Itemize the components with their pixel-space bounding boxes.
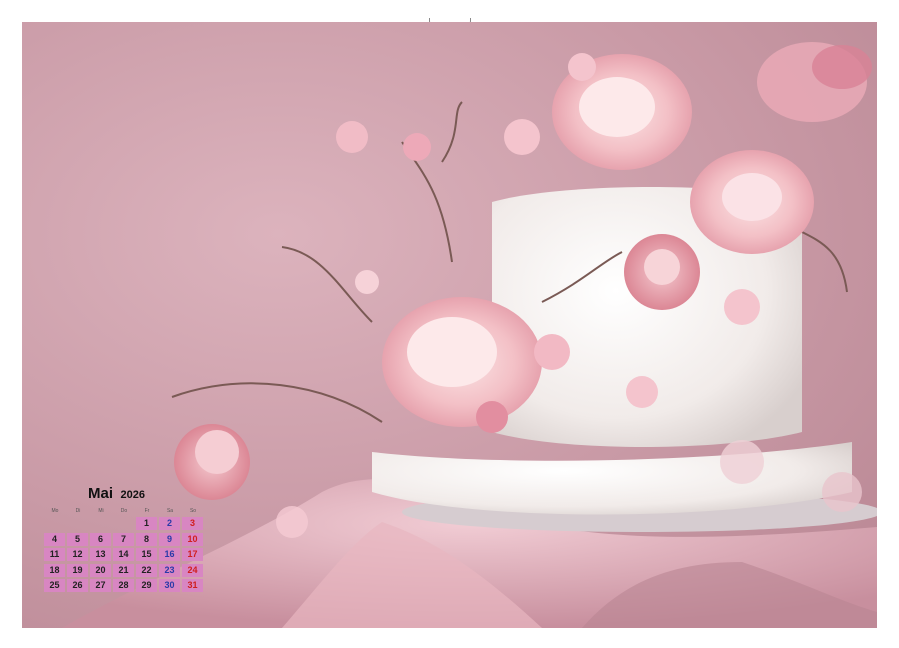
day-cell: 21 [113, 563, 134, 577]
day-cell: 16 [159, 548, 180, 561]
day-cell: 27 [90, 579, 111, 592]
day-cell: 25 [44, 579, 65, 592]
day-cell: 28 [113, 579, 134, 592]
day-cell: 22 [136, 563, 157, 577]
day-cell: 10 [182, 532, 203, 546]
year: 2026 [120, 489, 145, 501]
day-cell: 17 [182, 548, 203, 561]
day-cell: 6 [90, 532, 111, 546]
calendar-title: Mai 2026 [88, 485, 145, 503]
day-cell: 4 [44, 532, 65, 546]
day-cell: 12 [67, 548, 88, 561]
day-cell: 29 [136, 579, 157, 592]
day-cell: 14 [113, 548, 134, 561]
day-cell: 5 [67, 532, 88, 546]
day-cell: 26 [67, 579, 88, 592]
day-cell: 30 [159, 579, 180, 592]
day-cell: 19 [67, 563, 88, 577]
day-cell: 11 [44, 548, 65, 561]
weekday-label: Sa [166, 508, 174, 514]
day-cell: 13 [90, 548, 111, 561]
weekday-label: Fr [144, 508, 150, 514]
day-cell: 7 [113, 532, 134, 546]
month-name: Mai [88, 485, 114, 502]
weekday-label: Di [75, 508, 81, 514]
weekday-label: Do [120, 508, 128, 514]
day-cell: 20 [90, 563, 111, 577]
day-cell: 2 [159, 517, 180, 530]
day-cell: 8 [136, 532, 157, 546]
day-cell: 9 [159, 532, 180, 546]
weekday-label: Mo [51, 508, 59, 514]
day-cell: 18 [44, 563, 65, 577]
day-cell: 15 [136, 548, 157, 561]
weekday-label: Mi [98, 508, 104, 514]
day-cell: 24 [182, 563, 203, 577]
weekday-label: So [189, 508, 197, 514]
day-cell: 1 [136, 517, 157, 530]
day-cell: 3 [182, 517, 203, 530]
day-cell: 23 [159, 563, 180, 577]
day-cell: 31 [182, 579, 203, 592]
